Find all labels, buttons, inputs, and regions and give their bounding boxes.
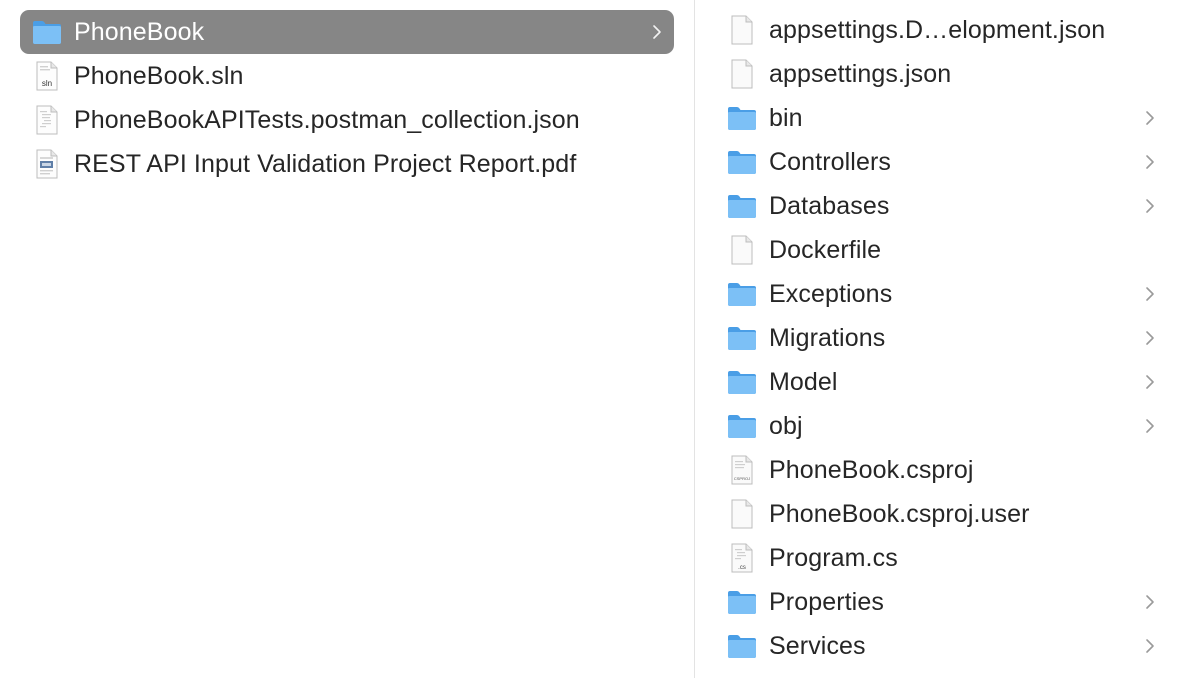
folder-row-obj[interactable]: obj bbox=[715, 404, 1167, 448]
folder-row-migrations[interactable]: Migrations bbox=[715, 316, 1167, 360]
folder-row-services[interactable]: Services bbox=[715, 624, 1167, 668]
svg-text:sln: sln bbox=[42, 79, 52, 88]
item-label: appsettings.json bbox=[769, 59, 952, 88]
csproj-file-icon: CSPROJ bbox=[727, 455, 757, 485]
blank-file-icon bbox=[727, 235, 757, 265]
item-label: obj bbox=[769, 411, 803, 440]
folder-icon bbox=[32, 17, 62, 47]
chevron-right-icon bbox=[1143, 636, 1157, 656]
pdf-file-icon bbox=[32, 149, 62, 179]
chevron-right-icon bbox=[1143, 108, 1157, 128]
chevron-right-icon bbox=[1143, 152, 1157, 172]
cs-file-icon: .cs bbox=[727, 543, 757, 573]
item-label: Databases bbox=[769, 191, 890, 220]
file-row-phonebook-csproj-user[interactable]: PhoneBook.csproj.user bbox=[715, 492, 1167, 536]
folder-row-exceptions[interactable]: Exceptions bbox=[715, 272, 1167, 316]
folder-icon bbox=[727, 191, 757, 221]
chevron-right-icon bbox=[1143, 328, 1157, 348]
column-right[interactable]: appsettings.D…elopment.json appsettings.… bbox=[695, 0, 1184, 678]
folder-row-bin[interactable]: bin bbox=[715, 96, 1167, 140]
folder-icon bbox=[727, 631, 757, 661]
item-label: appsettings.D…elopment.json bbox=[769, 15, 1106, 44]
file-row-phonebook-sln[interactable]: sln PhoneBook.sln bbox=[20, 54, 674, 98]
blank-file-icon bbox=[727, 59, 757, 89]
item-label: Properties bbox=[769, 587, 884, 616]
file-row-postman-collection[interactable]: PhoneBookAPITests.postman_collection.jso… bbox=[20, 98, 674, 142]
item-label: Program.cs bbox=[769, 543, 898, 572]
item-label: Dockerfile bbox=[769, 235, 882, 264]
item-label: PhoneBookAPITests.postman_collection.jso… bbox=[74, 105, 580, 134]
folder-icon bbox=[727, 279, 757, 309]
file-row-project-report-pdf[interactable]: REST API Input Validation Project Report… bbox=[20, 142, 674, 186]
item-label: Controllers bbox=[769, 147, 891, 176]
item-label: Model bbox=[769, 367, 838, 396]
finder-column-browser: PhoneBook sln PhoneBook.sln PhoneBookAPI… bbox=[0, 0, 1184, 678]
sln-file-icon: sln bbox=[32, 61, 62, 91]
folder-row-model[interactable]: Model bbox=[715, 360, 1167, 404]
item-label: Exceptions bbox=[769, 279, 893, 308]
folder-row-properties[interactable]: Properties bbox=[715, 580, 1167, 624]
column-left[interactable]: PhoneBook sln PhoneBook.sln PhoneBookAPI… bbox=[0, 0, 694, 678]
item-label: Migrations bbox=[769, 323, 886, 352]
svg-text:.cs: .cs bbox=[738, 565, 746, 571]
chevron-right-icon bbox=[650, 22, 664, 42]
item-label: PhoneBook bbox=[74, 17, 205, 46]
item-label: PhoneBook.csproj bbox=[769, 455, 974, 484]
folder-icon bbox=[727, 147, 757, 177]
svg-text:CSPROJ: CSPROJ bbox=[734, 476, 750, 481]
item-label: bin bbox=[769, 103, 803, 132]
item-label: REST API Input Validation Project Report… bbox=[74, 149, 577, 178]
chevron-right-icon bbox=[1143, 372, 1157, 392]
folder-row-databases[interactable]: Databases bbox=[715, 184, 1167, 228]
folder-icon bbox=[727, 587, 757, 617]
file-row-program-cs[interactable]: .cs Program.cs bbox=[715, 536, 1167, 580]
blank-file-icon bbox=[727, 15, 757, 45]
item-label: PhoneBook.csproj.user bbox=[769, 499, 1030, 528]
folder-icon bbox=[727, 367, 757, 397]
chevron-right-icon bbox=[1143, 196, 1157, 216]
folder-icon bbox=[727, 103, 757, 133]
file-row-appsettings[interactable]: appsettings.json bbox=[715, 52, 1167, 96]
file-row-appsettings-development[interactable]: appsettings.D…elopment.json bbox=[715, 8, 1167, 52]
chevron-right-icon bbox=[1143, 592, 1157, 612]
file-row-phonebook-csproj[interactable]: CSPROJ PhoneBook.csproj bbox=[715, 448, 1167, 492]
json-file-icon bbox=[32, 105, 62, 135]
chevron-right-icon bbox=[1143, 416, 1157, 436]
item-label: Services bbox=[769, 631, 866, 660]
chevron-right-icon bbox=[1143, 284, 1157, 304]
blank-file-icon bbox=[727, 499, 757, 529]
folder-icon bbox=[727, 323, 757, 353]
folder-row-controllers[interactable]: Controllers bbox=[715, 140, 1167, 184]
file-row-dockerfile[interactable]: Dockerfile bbox=[715, 228, 1167, 272]
item-label: PhoneBook.sln bbox=[74, 61, 244, 90]
folder-row-phonebook[interactable]: PhoneBook bbox=[20, 10, 674, 54]
folder-icon bbox=[727, 411, 757, 441]
